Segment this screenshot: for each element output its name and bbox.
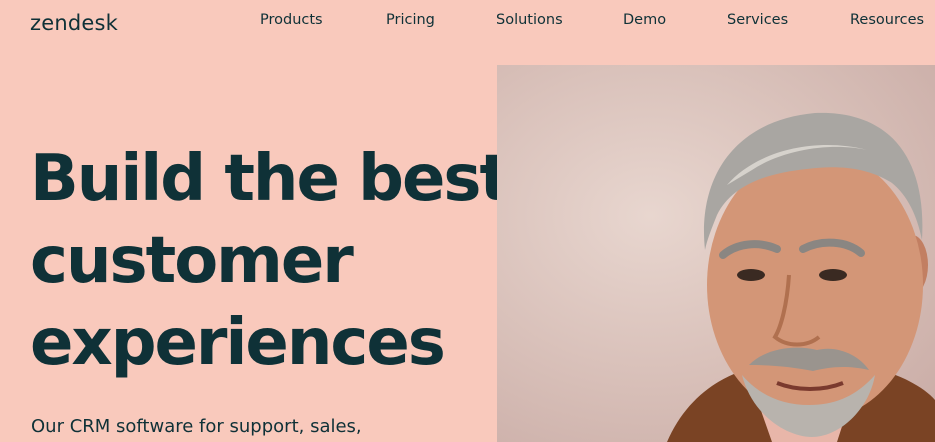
hero-title: Build the best customer experiences: [30, 138, 510, 384]
left-eye: [737, 269, 765, 281]
right-eye: [819, 269, 847, 281]
hero-title-line-3: experiences: [30, 306, 446, 380]
man-portrait-illustration: [667, 112, 935, 442]
hero-photo: [497, 65, 935, 442]
nav-demo[interactable]: Demo: [623, 12, 666, 28]
hero-title-line-1: Build the best: [30, 142, 510, 216]
nav-resources[interactable]: Resources: [850, 12, 924, 28]
top-nav: Products Pricing Solutions Demo Services…: [0, 12, 935, 32]
nav-products[interactable]: Products: [260, 12, 323, 28]
hero-title-line-2: customer: [30, 224, 354, 298]
hero-subtitle: Our CRM software for support, sales,: [31, 416, 362, 437]
face-shape: [707, 150, 923, 420]
nav-pricing[interactable]: Pricing: [386, 12, 435, 28]
page: zendesk Products Pricing Solutions Demo …: [0, 0, 935, 442]
nav-services[interactable]: Services: [727, 12, 788, 28]
nav-solutions[interactable]: Solutions: [496, 12, 563, 28]
